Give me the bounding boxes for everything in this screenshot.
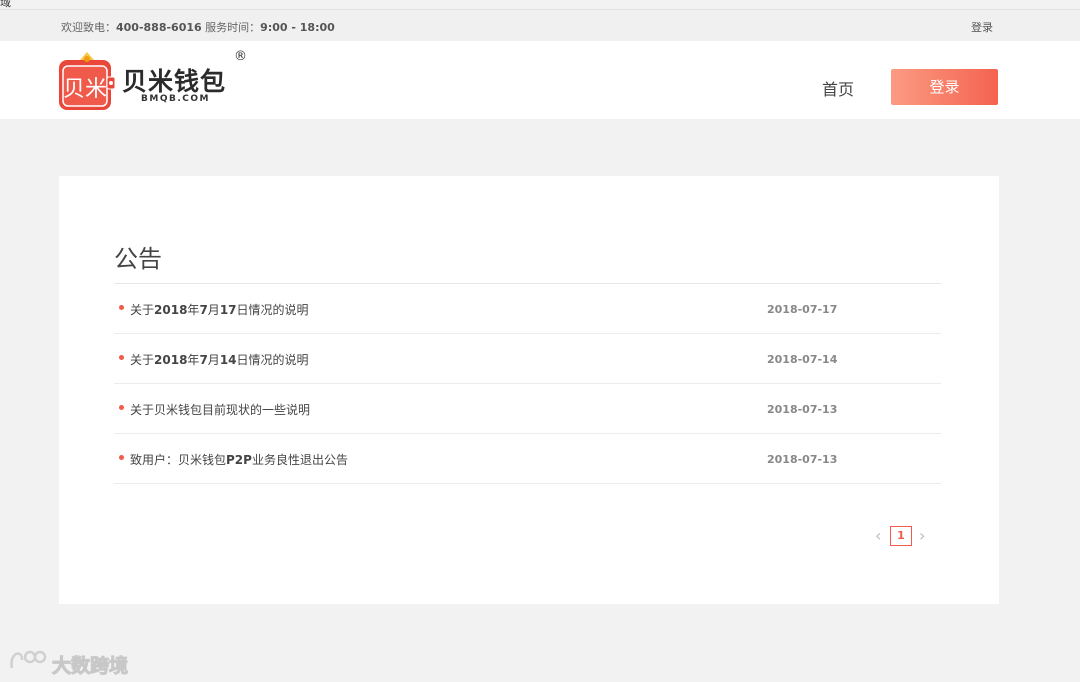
hotline-label: 欢迎致电： — [61, 21, 116, 34]
notice-item-date: 2018-07-14 — [767, 353, 838, 366]
notice-item[interactable]: 关于2018年7月17日情况的说明 2018-07-17 — [114, 284, 941, 334]
notice-item-date: 2018-07-17 — [767, 303, 838, 316]
notice-item-title[interactable]: 关于2018年7月14日情况的说明 — [130, 351, 309, 368]
brand-name: 贝米钱包 — [122, 67, 227, 96]
registered-mark: ® — [234, 49, 247, 64]
bullet-dot-icon — [119, 405, 124, 410]
bullet-dot-icon — [119, 305, 124, 310]
page-number-current[interactable]: 1 — [890, 526, 912, 546]
notice-list: 关于2018年7月17日情况的说明 2018-07-17 关于2018年7月14… — [114, 284, 941, 484]
notice-item-date: 2018-07-13 — [767, 453, 838, 466]
chevron-right-icon[interactable]: › — [919, 526, 925, 545]
notice-item-title[interactable]: 关于2018年7月17日情况的说明 — [130, 301, 309, 318]
service-hours-value: 9:00 - 18:00 — [260, 21, 335, 34]
wallet-logo-icon: 贝米 — [59, 52, 116, 110]
notice-item[interactable]: 致用户：贝米钱包P2P业务良性退出公告 2018-07-13 — [114, 434, 941, 484]
notice-item[interactable]: 关于贝米钱包目前现状的一些说明 2018-07-13 — [114, 384, 941, 434]
bullet-dot-icon — [119, 455, 124, 460]
chevron-left-icon[interactable]: ‹ — [875, 526, 881, 545]
service-hours-label: 服务时间： — [205, 21, 261, 34]
site-header: 贝米 贝米钱包 BMQB.COM ® 首页 登录 — [0, 41, 1080, 119]
watermark-text: 大数跨境 — [51, 655, 129, 678]
brand-logo[interactable]: 贝米 贝米钱包 BMQB.COM ® — [58, 49, 258, 112]
bullet-dot-icon — [119, 355, 124, 360]
notice-item-title[interactable]: 致用户：贝米钱包P2P业务良性退出公告 — [130, 451, 348, 468]
logo-glyph: 贝米 — [63, 77, 107, 102]
login-button[interactable]: 登录 — [891, 69, 998, 105]
hotline-info: 欢迎致电：400-888-6016 服务时间：9:00 - 18:00 — [61, 19, 335, 35]
watermark: 大数跨境 — [8, 648, 129, 678]
hotline-number: 400-888-6016 — [116, 21, 202, 34]
notice-item[interactable]: 关于2018年7月14日情况的说明 2018-07-14 — [114, 334, 941, 384]
top-info-bar: 欢迎致电：400-888-6016 服务时间：9:00 - 18:00 登录 — [0, 9, 1080, 42]
notice-item-date: 2018-07-13 — [767, 403, 838, 416]
notice-panel: 公告 关于2018年7月17日情况的说明 2018-07-17 关于2018年7… — [59, 176, 999, 604]
watermark-logo-icon — [10, 650, 47, 669]
brand-domain: BMQB.COM — [141, 94, 210, 104]
notice-item-title[interactable]: 关于贝米钱包目前现状的一些说明 — [130, 401, 310, 418]
nav-home-link[interactable]: 首页 — [822, 76, 854, 100]
notice-title: 公告 — [114, 245, 162, 273]
top-login-link[interactable]: 登录 — [971, 19, 993, 35]
